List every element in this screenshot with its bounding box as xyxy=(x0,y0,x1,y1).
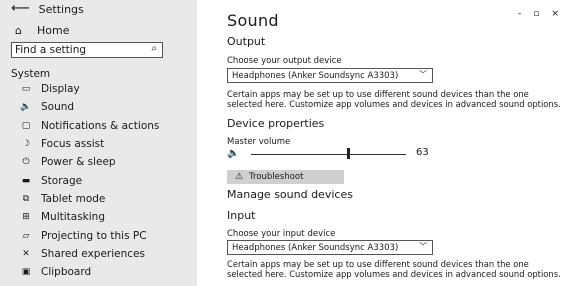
tablet-icon: ⧉ xyxy=(22,193,30,204)
maximize-button[interactable]: ▫ xyxy=(533,9,539,19)
chevron-down-icon: ﹀ xyxy=(419,242,427,251)
master-volume-label: Master volume xyxy=(227,137,291,147)
close-button[interactable]: × xyxy=(551,9,559,19)
sidebar-item-home[interactable]: ⌂ Home xyxy=(15,24,69,37)
sidebar-item-sound[interactable]: 🔈 Sound xyxy=(0,98,197,116)
notifications-icon: ▢ xyxy=(21,120,31,131)
volume-slider-thumb[interactable] xyxy=(347,148,351,159)
speaker-icon: 🔈 xyxy=(20,102,32,113)
home-icon: ⌂ xyxy=(15,24,22,37)
projecting-icon: ▱ xyxy=(22,230,30,241)
sidebar-item-label: Clipboard xyxy=(41,266,92,279)
volume-slider[interactable] xyxy=(251,154,406,155)
volume-value: 63 xyxy=(416,147,429,158)
window-title-bar: ⟵ Settings xyxy=(11,2,84,16)
input-device-dropdown[interactable]: Headphones (Anker Soundsync A3303) ﹀ xyxy=(227,240,433,255)
input-description: Certain apps may be set up to use differ… xyxy=(227,259,561,279)
sidebar-item-display[interactable]: ▭ Display xyxy=(0,80,197,98)
group-label-system: System xyxy=(11,68,51,80)
sidebar-item-multitasking[interactable]: ⊞ Multitasking xyxy=(0,208,197,226)
sidebar-item-label: Tablet mode xyxy=(41,192,106,205)
sidebar-item-label: Multitasking xyxy=(41,211,106,224)
search-icon[interactable]: ⌕ xyxy=(151,43,157,54)
sidebar-item-label: Projecting to this PC xyxy=(41,229,147,242)
output-description: Certain apps may be set up to use differ… xyxy=(227,89,561,109)
multitasking-icon: ⊞ xyxy=(22,212,30,223)
page-title: Sound xyxy=(227,11,279,30)
sidebar-item-storage[interactable]: ▬ Storage xyxy=(0,171,197,189)
sidebar-item-label: Display xyxy=(41,83,80,96)
sidebar-item-notifications[interactable]: ▢ Notifications & actions xyxy=(0,117,197,135)
sidebar-item-power-sleep[interactable]: ⏻ Power & sleep xyxy=(0,153,197,171)
sidebar-item-label: Power & sleep xyxy=(41,156,116,169)
clipboard-icon: ▣ xyxy=(21,267,31,278)
minimize-button[interactable]: - xyxy=(518,9,521,19)
main-panel: - ▫ × Sound Output Choose your output de… xyxy=(197,0,569,286)
storage-icon: ▬ xyxy=(21,175,31,186)
warning-icon: ⚠ xyxy=(235,172,244,182)
troubleshoot-label: Troubleshoot xyxy=(249,172,304,182)
output-device-dropdown[interactable]: Headphones (Anker Soundsync A3303) ﹀ xyxy=(227,68,433,83)
sidebar-item-shared-experiences[interactable]: ✕ Shared experiences xyxy=(0,245,197,263)
search-box[interactable]: ⌕ xyxy=(11,42,163,58)
sidebar-nav: ▭ Display 🔈 Sound ▢ Notifications & acti… xyxy=(0,80,197,281)
sidebar-item-clipboard[interactable]: ▣ Clipboard xyxy=(0,263,197,281)
input-device-value: Headphones (Anker Soundsync A3303) xyxy=(232,242,399,253)
home-label: Home xyxy=(37,24,70,37)
sidebar-item-projecting[interactable]: ▱ Projecting to this PC xyxy=(0,226,197,244)
shared-experiences-icon: ✕ xyxy=(22,248,30,259)
back-arrow-icon[interactable]: ⟵ xyxy=(11,2,30,16)
search-input[interactable] xyxy=(15,44,143,56)
window-controls: - ▫ × xyxy=(518,9,559,19)
sidebar-item-label: Notifications & actions xyxy=(41,119,160,132)
sidebar-item-focus-assist[interactable]: ☽ Focus assist xyxy=(0,135,197,153)
sidebar-item-label: Focus assist xyxy=(41,138,105,151)
sidebar-item-label: Storage xyxy=(41,174,83,187)
chevron-down-icon: ﹀ xyxy=(419,70,427,79)
troubleshoot-button[interactable]: ⚠ Troubleshoot xyxy=(227,170,344,184)
input-heading: Input xyxy=(227,209,256,222)
device-properties-link[interactable]: Device properties xyxy=(227,117,324,130)
moon-icon: ☽ xyxy=(21,139,31,150)
window-title: Settings xyxy=(38,2,84,16)
input-device-label: Choose your input device xyxy=(227,229,336,239)
speaker-icon[interactable]: 🔈 xyxy=(227,148,239,159)
output-device-value: Headphones (Anker Soundsync A3303) xyxy=(232,70,399,81)
sidebar-item-label: Sound xyxy=(41,101,75,114)
output-heading: Output xyxy=(227,35,266,48)
monitor-icon: ▭ xyxy=(21,84,31,95)
sidebar: ⟵ Settings ⌂ Home ⌕ System ▭ Display 🔈 S… xyxy=(0,0,197,286)
sidebar-item-label: Shared experiences xyxy=(41,247,145,260)
output-device-label: Choose your output device xyxy=(227,56,342,66)
power-icon: ⏻ xyxy=(22,157,30,168)
manage-sound-devices-link[interactable]: Manage sound devices xyxy=(227,188,353,201)
sidebar-item-tablet-mode[interactable]: ⧉ Tablet mode xyxy=(0,190,197,208)
